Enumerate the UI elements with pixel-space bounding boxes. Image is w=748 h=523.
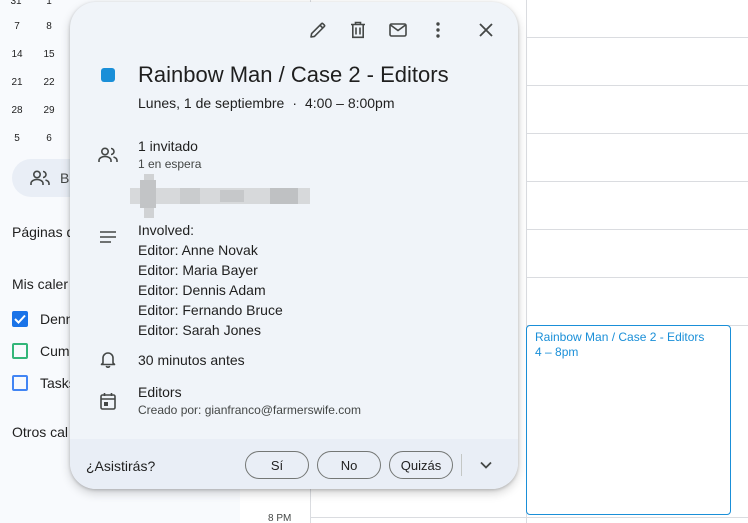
close-button[interactable] [474, 18, 498, 42]
my-calendars-heading[interactable]: Mis caler [12, 276, 68, 292]
mini-calendar-row: 21 22 [0, 77, 80, 97]
description-icon [98, 227, 118, 247]
event-details-popup: Rainbow Man / Case 2 - Editors Lunes, 1 … [70, 2, 518, 489]
other-calendars-heading[interactable]: Otros cal [12, 424, 68, 440]
rsvp-question: ¿Asistirás? [86, 458, 156, 474]
separator: · [292, 95, 297, 111]
more-vert-icon [436, 22, 440, 38]
delete-button[interactable] [346, 18, 370, 42]
description-line: Editor: Anne Novak [138, 242, 258, 258]
mini-calendar-day[interactable]: 7 [7, 21, 27, 32]
mini-calendar-day[interactable]: 15 [39, 49, 59, 60]
more-options-button[interactable] [426, 18, 450, 42]
grid-line [526, 85, 748, 86]
rsvp-yes-button[interactable]: Sí [245, 451, 309, 479]
checkbox-checked[interactable] [12, 311, 28, 327]
reminder-text: 30 minutos antes [138, 352, 245, 368]
divider [461, 454, 462, 476]
description-line: Editor: Maria Bayer [138, 262, 258, 278]
checkbox-unchecked[interactable] [12, 375, 28, 391]
check-icon [14, 314, 26, 324]
description-line: Editor: Fernando Bruce [138, 302, 283, 318]
event-title: Rainbow Man / Case 2 - Editors [138, 62, 449, 87]
grid-line [526, 181, 748, 182]
description-line: Involved: [138, 222, 195, 238]
email-guests-button[interactable] [386, 18, 410, 42]
description-line: Editor: Sarah Jones [138, 322, 261, 338]
time-label: 8 PM [268, 513, 292, 523]
calendar-item-label: Denn [40, 311, 74, 327]
grid-line [526, 37, 748, 38]
mini-calendar-row: 7 8 [0, 21, 80, 41]
mail-icon [389, 23, 407, 37]
pages-heading[interactable]: Páginas d [12, 224, 74, 240]
calendar-icon [98, 391, 118, 411]
event-time: 4:00 – 8:00pm [305, 95, 395, 111]
guests-pending: 1 en espera [138, 157, 202, 171]
rsvp-bar: ¿Asistirás? Sí No Quizás [70, 439, 518, 489]
close-icon [479, 23, 493, 37]
mini-calendar-day[interactable]: 8 [39, 21, 59, 32]
rsvp-no-button[interactable]: No [317, 451, 381, 479]
trash-icon [351, 21, 365, 39]
mini-calendar-row: 14 15 [0, 49, 80, 69]
grid-line [526, 229, 748, 230]
mini-calendar-day[interactable]: 31 [6, 0, 26, 7]
mini-calendar-day[interactable]: 21 [7, 77, 27, 88]
edit-button[interactable] [306, 18, 330, 42]
event-description: Involved: Editor: Anne Novak Editor: Mar… [138, 220, 283, 340]
mini-calendar-day[interactable]: 5 [7, 133, 27, 144]
pencil-icon [310, 22, 326, 38]
guests-count[interactable]: 1 invitado [138, 138, 198, 154]
description-line: Editor: Dennis Adam [138, 282, 266, 298]
calendar-item-label: Cum [40, 343, 70, 359]
mini-calendar-day[interactable]: 29 [39, 105, 59, 116]
mini-calendar-day[interactable]: 28 [7, 105, 27, 116]
mini-calendar-row: 31 1 [0, 0, 80, 16]
people-icon [98, 145, 118, 165]
event-date: Lunes, 1 de septiembre [138, 95, 285, 111]
grid-line [526, 277, 748, 278]
people-icon [30, 170, 50, 186]
event-title: Rainbow Man / Case 2 - Editors [535, 330, 705, 344]
calendar-name: Editors [138, 384, 182, 400]
redacted-guest [130, 174, 310, 218]
mini-calendar-row: 5 6 [0, 133, 80, 153]
mini-calendar-day[interactable]: 14 [7, 49, 27, 60]
grid-line [526, 133, 748, 134]
event-date-time: Lunes, 1 de septiembre · 4:00 – 8:00pm [138, 95, 395, 111]
event-creator: Creado por: gianfranco@farmerswife.com [138, 403, 361, 417]
bell-icon [98, 349, 118, 369]
event-time: 4 – 8pm [535, 345, 579, 359]
mini-calendar-row: 28 29 [0, 105, 80, 125]
mini-calendar-day[interactable]: 6 [39, 133, 59, 144]
mini-calendar-day[interactable]: 22 [39, 77, 59, 88]
mini-calendar-day[interactable]: 1 [39, 0, 59, 7]
chevron-down-icon [480, 461, 492, 469]
calendar-event[interactable]: Rainbow Man / Case 2 - Editors 4 – 8pm [526, 325, 731, 515]
rsvp-maybe-button[interactable]: Quizás [389, 451, 453, 479]
event-color-swatch [101, 68, 115, 82]
checkbox-unchecked[interactable] [12, 343, 28, 359]
grid-line [310, 517, 748, 518]
rsvp-options-button[interactable] [474, 453, 498, 477]
